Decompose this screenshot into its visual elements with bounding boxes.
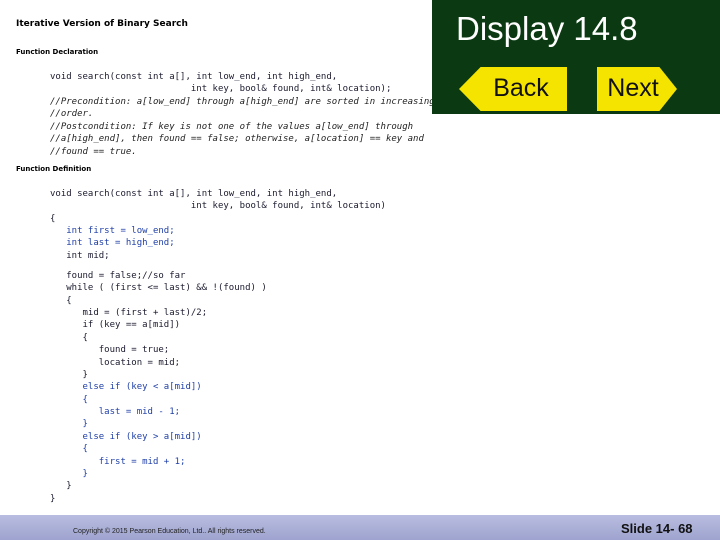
code-line: { bbox=[50, 395, 88, 405]
declaration-heading: Function Declaration bbox=[16, 48, 99, 56]
next-button-label: Next bbox=[607, 74, 659, 102]
code-line: { bbox=[50, 444, 88, 454]
code-line: while ( (first <= last) && !(found) ) bbox=[50, 283, 267, 293]
comment-line: //a[high_end], then found == false; othe… bbox=[50, 134, 424, 144]
code-line: else if (key > a[mid]) bbox=[50, 432, 202, 442]
comment-line: //Precondition: a[low_end] through a[hig… bbox=[50, 97, 435, 107]
code-line: int key, bool& found, int& location) bbox=[50, 201, 386, 211]
code-line: first = mid + 1; bbox=[50, 457, 186, 467]
code-line: found = true; bbox=[50, 345, 170, 355]
slide-number: Slide 14- 68 bbox=[621, 521, 693, 536]
code-line: int mid; bbox=[50, 251, 110, 261]
back-button[interactable]: Back bbox=[459, 67, 567, 111]
code-line: void search(const int a[], int low_end, … bbox=[50, 189, 338, 199]
code-line: } bbox=[50, 370, 88, 380]
code-line: } bbox=[50, 419, 88, 429]
footer-bar: Copyright © 2015 Pearson Education, Ltd.… bbox=[0, 515, 720, 540]
code-line: { bbox=[50, 214, 56, 224]
definition-heading: Function Definition bbox=[16, 165, 92, 173]
comment-line: //found == true. bbox=[50, 147, 137, 157]
code-line: } bbox=[50, 469, 88, 479]
code-line: int first = low_end; bbox=[50, 226, 175, 236]
code-line: mid = (first + last)/2; bbox=[50, 308, 208, 318]
code-line: if (key == a[mid]) bbox=[50, 320, 181, 330]
code-line: { bbox=[50, 296, 72, 306]
code-line: found = false;//so far bbox=[50, 271, 186, 281]
code-line: { bbox=[50, 333, 88, 343]
code-line: int last = high_end; bbox=[50, 238, 175, 248]
code-title: Iterative Version of Binary Search bbox=[16, 19, 188, 29]
next-button[interactable]: Next bbox=[597, 67, 677, 111]
comment-line: //order. bbox=[50, 109, 94, 119]
comment-line: //Postcondition: If key is not one of th… bbox=[50, 122, 414, 132]
code-line: int key, bool& found, int& location); bbox=[50, 84, 392, 94]
back-button-label: Back bbox=[493, 74, 549, 102]
code-line: void search(const int a[], int low_end, … bbox=[50, 72, 338, 82]
code-line: } bbox=[50, 494, 56, 504]
code-display: Iterative Version of Binary Search Funct… bbox=[0, 0, 435, 515]
display-title: Display 14.8 bbox=[456, 10, 638, 47]
code-line: location = mid; bbox=[50, 358, 181, 368]
code-line: else if (key < a[mid]) bbox=[50, 382, 202, 392]
copyright-text: Copyright © 2015 Pearson Education, Ltd.… bbox=[73, 528, 266, 535]
display-nav-panel: Display 14.8 Back Next bbox=[432, 0, 720, 114]
code-line: } bbox=[50, 481, 72, 491]
code-line: last = mid - 1; bbox=[50, 407, 181, 417]
